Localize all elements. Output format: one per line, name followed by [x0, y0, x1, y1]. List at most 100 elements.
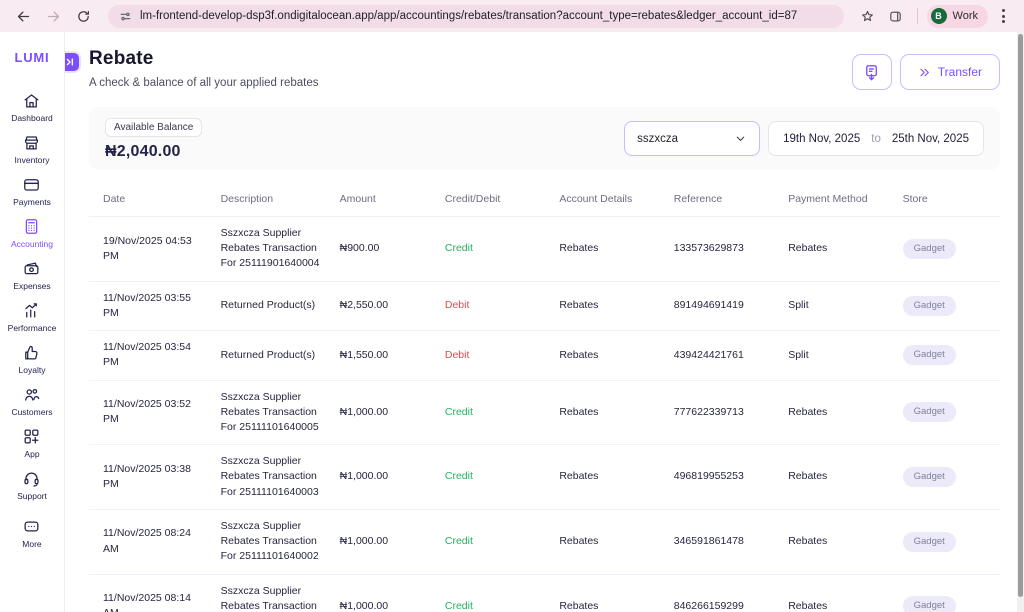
cell-payment-method: Split — [780, 281, 894, 330]
table-row: 11/Nov/2025 03:54 PMReturned Product(s)₦… — [89, 331, 1000, 380]
table-row: 11/Nov/2025 08:24 AMSszxcza Supplier Reb… — [89, 509, 1000, 574]
sidebar-item-label: Customers — [11, 407, 52, 417]
browser-menu-icon[interactable] — [992, 5, 1014, 27]
cell-amount: ₦1,000.00 — [332, 574, 437, 612]
cell-credit-debit: Credit — [437, 509, 551, 574]
cell-store: Gadget — [895, 380, 1000, 445]
cell-credit-debit: Credit — [437, 445, 551, 510]
cell-reference: 891494691419 — [666, 281, 780, 330]
cell-store: Gadget — [895, 281, 1000, 330]
store-badge: Gadget — [903, 345, 956, 365]
cell-reference: 777622339713 — [666, 380, 780, 445]
balance-card: Available Balance ₦2,040.00 sszxcza 19th… — [89, 107, 1000, 170]
column-header: Description — [213, 184, 332, 217]
calculator-icon — [22, 217, 41, 236]
column-header: Date — [89, 184, 213, 217]
cell-amount: ₦1,000.00 — [332, 509, 437, 574]
credit-debit-label: Debit — [445, 349, 470, 361]
card-icon — [22, 175, 41, 194]
account-select[interactable]: sszxcza — [624, 121, 760, 156]
document-download-icon — [862, 63, 881, 82]
cell-date: 11/Nov/2025 03:52 PM — [89, 380, 213, 445]
cell-amount: ₦2,550.00 — [332, 281, 437, 330]
credit-debit-label: Credit — [445, 535, 473, 547]
table-row: 11/Nov/2025 03:38 PMSszxcza Supplier Reb… — [89, 445, 1000, 510]
bookmark-star-icon[interactable] — [856, 4, 880, 28]
store-badge: Gadget — [903, 596, 956, 612]
sidebar-item-more[interactable]: More — [8, 517, 57, 549]
cell-description: Sszxcza Supplier Rebates Transaction For… — [213, 217, 332, 282]
sidebar-item-label: Loyalty — [19, 365, 46, 375]
people-icon — [22, 385, 41, 404]
cell-amount: ₦1,000.00 — [332, 445, 437, 510]
date-range-picker[interactable]: 19th Nov, 2025 to 25th Nov, 2025 — [768, 121, 984, 156]
profile-chip[interactable]: B Work — [927, 5, 988, 28]
lumi-logo: LUMI — [15, 50, 50, 65]
store-badge: Gadget — [903, 296, 956, 316]
store-badge: Gadget — [903, 402, 956, 422]
forward-icon[interactable] — [40, 3, 66, 29]
scrollbar-thumb[interactable] — [1018, 34, 1023, 597]
profile-avatar: B — [931, 8, 947, 24]
sidebar-item-label: Accounting — [11, 239, 53, 249]
grid-plus-icon — [22, 427, 41, 446]
cell-amount: ₦1,000.00 — [332, 380, 437, 445]
date-range-separator: to — [871, 133, 881, 145]
cell-amount: ₦900.00 — [332, 217, 437, 282]
page-header: Rebate A check & balance of all your app… — [89, 48, 1000, 90]
cell-store: Gadget — [895, 217, 1000, 282]
transfer-button[interactable]: Transfer — [900, 54, 1000, 90]
credit-debit-label: Credit — [445, 406, 473, 418]
main-content: Rebate A check & balance of all your app… — [65, 32, 1024, 612]
page-title: Rebate — [89, 48, 319, 70]
cell-date: 11/Nov/2025 03:55 PM — [89, 281, 213, 330]
cell-date: 11/Nov/2025 03:54 PM — [89, 331, 213, 380]
sidebar-item-support[interactable]: Support — [8, 469, 57, 501]
cell-account-details: Rebates — [551, 217, 665, 282]
app-body: LUMI Dashboard Inventory Payments Accountin… — [0, 32, 1024, 612]
browser-toolbar: lm-frontend-develop-dsp3f.ondigitalocean… — [0, 0, 1024, 32]
column-header: Account Details — [551, 184, 665, 217]
cell-store: Gadget — [895, 331, 1000, 380]
sidebar-item-payments[interactable]: Payments — [8, 175, 57, 207]
cell-credit-debit: Credit — [437, 217, 551, 282]
sidebar-item-inventory[interactable]: Inventory — [8, 133, 57, 165]
sidebar-item-loyalty[interactable]: Loyalty — [8, 343, 57, 375]
sidebar-item-accounting[interactable]: Accounting — [8, 217, 57, 249]
storefront-icon — [22, 133, 41, 152]
sidebar-item-dashboard[interactable]: Dashboard — [8, 91, 57, 123]
sidebar-item-expenses[interactable]: Expenses — [8, 259, 57, 291]
date-from: 19th Nov, 2025 — [783, 133, 860, 145]
cell-store: Gadget — [895, 445, 1000, 510]
cell-reference: 346591861478 — [666, 509, 780, 574]
sidebar-item-customers[interactable]: Customers — [8, 385, 57, 417]
cell-account-details: Rebates — [551, 380, 665, 445]
table-row: 11/Nov/2025 08:14 AMSszxcza Supplier Reb… — [89, 574, 1000, 612]
sidebar-item-app[interactable]: App — [8, 427, 57, 459]
cell-date: 11/Nov/2025 03:38 PM — [89, 445, 213, 510]
sidebar-item-label: Performance — [8, 323, 57, 333]
table-row: 11/Nov/2025 03:52 PMSszxcza Supplier Reb… — [89, 380, 1000, 445]
credit-debit-label: Credit — [445, 600, 473, 612]
cell-account-details: Rebates — [551, 509, 665, 574]
cell-account-details: Rebates — [551, 331, 665, 380]
sidebar-item-label: More — [22, 539, 41, 549]
export-report-button[interactable] — [852, 54, 892, 90]
toolbar-divider — [917, 8, 918, 24]
side-panel-icon[interactable] — [884, 4, 908, 28]
reload-icon[interactable] — [70, 3, 96, 29]
store-badge: Gadget — [903, 532, 956, 552]
sidebar-toggle-button[interactable] — [65, 51, 81, 73]
address-bar[interactable]: lm-frontend-develop-dsp3f.ondigitalocean… — [108, 5, 844, 28]
chevron-down-icon — [734, 132, 747, 145]
cell-reference: 846266159299 — [666, 574, 780, 612]
sidebar: LUMI Dashboard Inventory Payments Accountin… — [0, 32, 65, 612]
cell-description: Sszxcza Supplier Rebates Transaction For… — [213, 574, 332, 612]
ellipsis-icon — [22, 517, 41, 536]
back-icon[interactable] — [10, 3, 36, 29]
sidebar-item-label: App — [24, 449, 39, 459]
available-balance-badge: Available Balance — [105, 118, 202, 137]
cell-payment-method: Rebates — [780, 574, 894, 612]
sidebar-item-performance[interactable]: Performance — [8, 301, 57, 333]
sidebar-item-label: Expenses — [13, 281, 50, 291]
